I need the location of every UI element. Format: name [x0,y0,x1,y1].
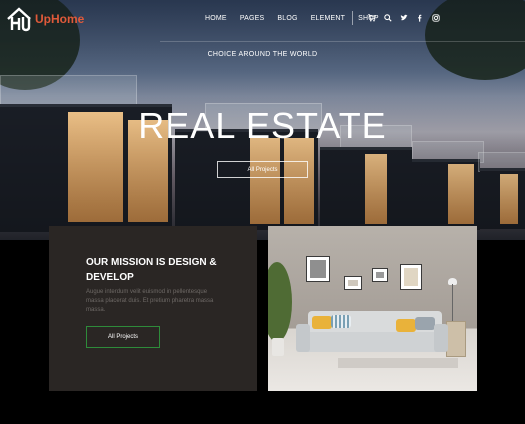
sofa-seat [299,332,445,352]
search-icon[interactable] [384,14,392,22]
cart-icon[interactable] [368,14,376,22]
pillow [312,316,332,329]
living-room-image [268,226,477,391]
facebook-icon[interactable] [416,14,424,22]
nav-item-home[interactable]: HOME [205,15,227,22]
pillow [396,319,416,332]
logo[interactable]: UpHome [6,6,84,32]
sofa-arm [434,324,448,352]
pillow [331,315,351,328]
plant [268,262,292,342]
mission-body: Augue interdum velit euismod in pellente… [86,289,214,313]
pillow [415,317,435,330]
house-logo-icon [7,7,31,32]
wall-frame [306,256,330,282]
wall-frame [400,264,422,290]
hero-tagline: CHOICE AROUND THE WORLD [207,51,318,58]
nav-item-blog[interactable]: BLOG [277,15,297,22]
mission-title: OUR MISSION IS DESIGN & DEVELOP [86,257,217,283]
sofa-arm [296,324,310,352]
instagram-icon[interactable] [432,14,440,22]
side-cabinet [446,321,466,357]
brand-name: UpHome [35,12,85,26]
rug [338,358,458,368]
nav-icon-group [368,14,440,22]
mission-all-projects-button[interactable]: All Projects [86,326,160,348]
twitter-icon[interactable] [400,14,408,22]
nav-item-element[interactable]: ELEMENT [311,15,345,22]
floor-lamp-pole [452,284,453,324]
hero-all-projects-button[interactable]: All Projects [217,161,308,178]
nav-item-pages[interactable]: PAGES [240,15,265,22]
hero-title: REAL ESTATE [138,105,387,146]
nav-divider [352,11,353,25]
plant-pot [272,338,284,356]
wall-frame [372,268,388,282]
wall-frame [344,276,362,290]
mission-card: OUR MISSION IS DESIGN & DEVELOP Augue in… [49,226,257,391]
nav-underline [160,41,525,42]
